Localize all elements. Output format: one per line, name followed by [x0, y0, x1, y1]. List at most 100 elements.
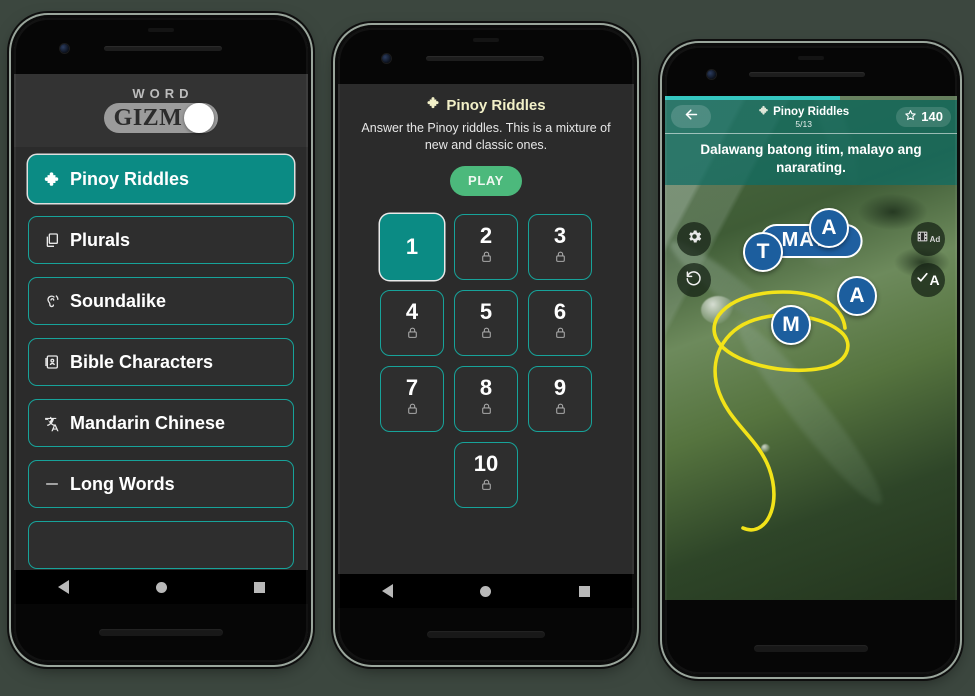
mic-slot: [798, 56, 824, 60]
undo-button[interactable]: [677, 263, 711, 297]
padlock-icon: [406, 402, 419, 420]
menu-item-mandarin-chinese[interactable]: Mandarin Chinese: [28, 399, 294, 447]
phone1-top-bezel: [14, 18, 308, 74]
front-camera-icon: [382, 54, 391, 63]
padlock-icon: [406, 326, 419, 344]
level-cell-3[interactable]: 3: [528, 213, 592, 280]
back-triangle-icon[interactable]: [57, 580, 69, 594]
letter-bubble-a1[interactable]: A: [809, 208, 849, 248]
back-button[interactable]: [671, 105, 711, 128]
level-cell-4[interactable]: 4: [380, 289, 444, 356]
star-outline-icon: [904, 109, 917, 125]
app-logo: WORD GIZM: [14, 74, 308, 147]
menu-item-label: Bible Characters: [70, 351, 214, 372]
phone2-top-bezel: [338, 28, 634, 84]
padlock-icon: [554, 326, 567, 344]
menu-item-label: Soundalike: [70, 290, 167, 311]
puzzle-piece-icon: [43, 171, 60, 188]
padlock-icon: [480, 478, 493, 496]
recents-square-icon[interactable]: [579, 585, 591, 597]
menu-item-plurals[interactable]: Plurals: [28, 216, 294, 264]
padlock-icon: [554, 250, 567, 268]
level-number: 7: [405, 375, 419, 401]
puzzle-piece-icon: [426, 96, 440, 114]
menu-item-label: Long Words: [70, 473, 175, 494]
play-button[interactable]: PLAY: [450, 165, 522, 196]
game-title-text: Pinoy Riddles: [773, 105, 850, 118]
letter-bubble-m[interactable]: M: [771, 305, 811, 345]
phone-level-select: Pinoy Riddles Answer the Pinoy riddles. …: [338, 28, 634, 662]
level-number: 6: [553, 299, 567, 325]
bottom-speaker: [427, 631, 545, 638]
level-cell-8[interactable]: 8: [454, 365, 518, 432]
level-cell-5[interactable]: 5: [454, 289, 518, 356]
recents-square-icon[interactable]: [253, 581, 265, 593]
letter-bubble-t[interactable]: T: [743, 232, 783, 272]
earpiece-speaker: [749, 72, 865, 77]
menu-item-soundalike[interactable]: Soundalike: [28, 277, 294, 325]
logo-toggle-knob: [184, 103, 215, 133]
back-triangle-icon[interactable]: [381, 584, 393, 598]
settings-button[interactable]: [677, 222, 711, 256]
category-title: Pinoy Riddles: [352, 96, 620, 114]
game-category-title: Pinoy Riddles: [758, 105, 849, 119]
level-number: 9: [553, 375, 567, 401]
bottom-speaker: [754, 645, 868, 652]
logo-gizmo-row: GIZM: [14, 103, 308, 133]
puzzle-piece-icon: [758, 105, 769, 119]
home-circle-icon[interactable]: [155, 581, 167, 593]
level-grid: 1 2 3 4 5 6 7 8 9: [338, 213, 634, 432]
phone1-screen: WORD GIZM Pinoy Riddles Plurals Soundali…: [14, 74, 308, 570]
translate-icon: [43, 415, 60, 432]
padlock-icon: [480, 326, 493, 344]
level-cell-2[interactable]: 2: [454, 213, 518, 280]
menu-item-label: Plurals: [70, 229, 131, 250]
ad-label: Ad: [929, 234, 941, 244]
padlock-icon: [554, 402, 567, 420]
star-badge[interactable]: 140: [896, 106, 951, 127]
level-cell-10[interactable]: 10: [454, 441, 518, 508]
menu-item-label: Pinoy Riddles: [70, 168, 190, 189]
hint-letter-label: A: [929, 272, 940, 288]
logo-toggle-pill: GIZM: [103, 103, 219, 133]
home-circle-icon[interactable]: [480, 585, 492, 597]
menu-item-pinoy-riddles[interactable]: Pinoy Riddles: [28, 155, 294, 203]
category-title-text: Pinoy Riddles: [446, 96, 546, 114]
menu-item-bible-characters[interactable]: Bible Characters: [28, 338, 294, 386]
level-number: 10: [473, 451, 499, 477]
phone1-bottom-bezel: [14, 570, 308, 662]
star-count: 140: [921, 109, 943, 124]
category-menu-list: Pinoy Riddles Plurals Soundalike Bible C…: [14, 147, 308, 569]
menu-item-partial[interactable]: [28, 521, 294, 569]
logo-word-text: WORD: [132, 86, 194, 101]
menu-item-label: Mandarin Chinese: [70, 412, 226, 433]
android-navbar: [14, 570, 308, 604]
phone-gameplay: Pinoy Riddles 5/13 140 Dalawang batong i…: [665, 46, 957, 674]
level-number: 1: [405, 233, 419, 259]
watch-ad-button[interactable]: Ad: [911, 222, 945, 256]
padlock-icon: [480, 402, 493, 420]
level-cell-9[interactable]: 9: [528, 365, 592, 432]
film-strip-icon: [916, 230, 929, 248]
level-cell-7[interactable]: 7: [380, 365, 444, 432]
level-cell-1[interactable]: 1: [380, 213, 444, 280]
riddle-text: Dalawang batong itim, malayo ang nararat…: [665, 134, 957, 186]
phone3-bottom-bezel: [665, 600, 957, 674]
level-number: 3: [553, 223, 567, 249]
letter-bubble-a2[interactable]: A: [837, 276, 877, 316]
phone2-bottom-bezel: [338, 574, 634, 662]
reveal-hint-button[interactable]: A: [911, 263, 945, 297]
menu-item-long-words[interactable]: Long Words: [28, 460, 294, 508]
letter-char: A: [849, 284, 865, 307]
mic-slot: [473, 38, 499, 42]
level-header: Pinoy Riddles Answer the Pinoy riddles. …: [338, 84, 634, 196]
level-number: 2: [479, 223, 493, 249]
letter-char: T: [756, 240, 770, 263]
ear-hearing-icon: [43, 293, 60, 310]
book-person-icon: [43, 354, 60, 371]
check-icon: [916, 271, 929, 289]
copy-icon: [43, 232, 60, 249]
category-description: Answer the Pinoy riddles. This is a mixt…: [361, 121, 611, 152]
level-cell-6[interactable]: 6: [528, 289, 592, 356]
mic-slot: [148, 28, 174, 32]
